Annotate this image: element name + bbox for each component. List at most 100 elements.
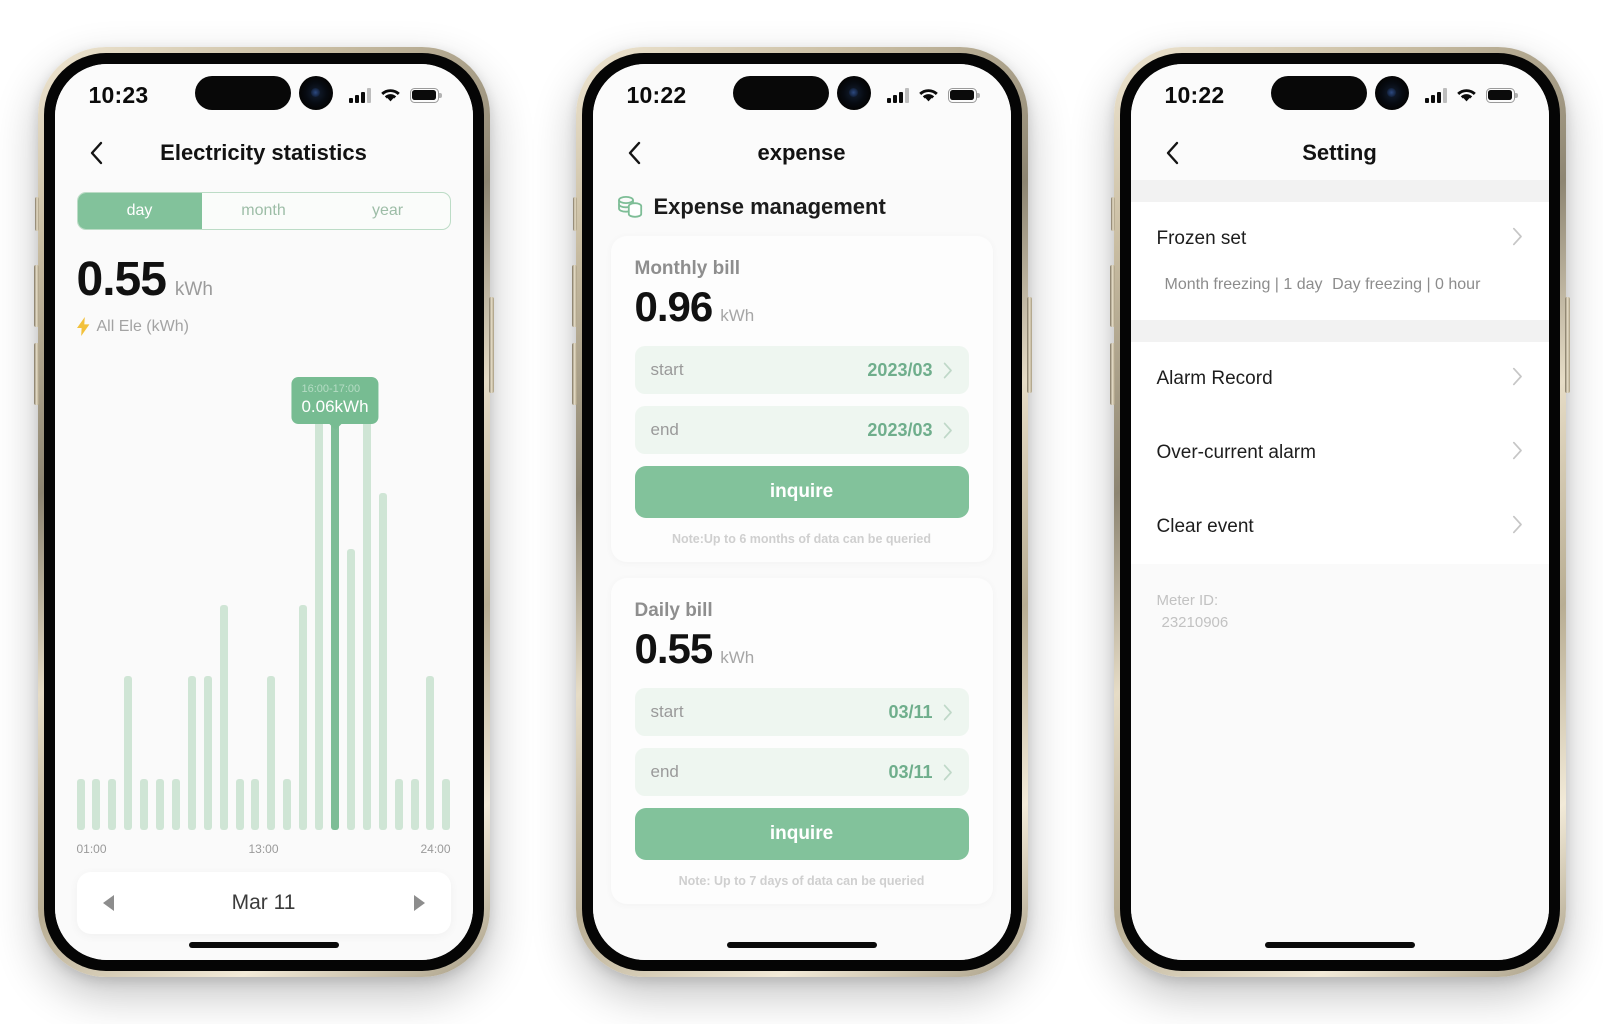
chart-x-axis: 01:00 13:00 24:00 (77, 842, 451, 856)
chart-bar[interactable] (124, 675, 133, 830)
silent-switch[interactable] (1110, 197, 1115, 231)
chart-bar[interactable] (92, 778, 101, 830)
chart-bar[interactable] (171, 778, 180, 830)
chart-bar[interactable] (283, 778, 292, 830)
chart-bar[interactable] (251, 778, 260, 830)
setting-label: Clear event (1156, 516, 1254, 537)
monthly-start-label: start (650, 360, 684, 379)
cellular-signal-icon (1425, 87, 1447, 103)
back-button[interactable] (1157, 138, 1187, 168)
wifi-icon (380, 88, 401, 103)
daily-inquire-button[interactable]: inquire (634, 808, 969, 860)
chart-bar[interactable] (219, 605, 228, 830)
volume-up-button[interactable] (33, 265, 39, 327)
legend-label: All Ele (kWh) (96, 317, 189, 335)
setting-row-alarm-record[interactable]: Alarm Record (1130, 342, 1549, 416)
status-bar: 10:22 (1130, 64, 1549, 126)
monthly-inquire-button[interactable]: inquire (634, 466, 969, 518)
chart-bar[interactable] (140, 778, 149, 830)
axis-tick-end: 24:00 (420, 842, 451, 856)
next-day-button[interactable] (413, 895, 425, 911)
silent-switch[interactable] (34, 197, 39, 231)
section-header: Expense management (611, 180, 993, 236)
frozen-set-details: Month freezing | 1 day Day freezing | 0 … (1130, 276, 1549, 320)
chart-bar[interactable] (187, 675, 196, 830)
volume-up-button[interactable] (1109, 265, 1115, 327)
monthly-start-value: 2023/03 (867, 359, 933, 380)
segment-day[interactable]: day (77, 193, 202, 229)
lightning-bolt-icon (76, 317, 89, 336)
chart-bar[interactable] (346, 549, 355, 830)
status-bar: 10:22 (592, 64, 1011, 126)
daily-end-value: 03/11 (888, 761, 933, 782)
chevron-right-icon (1512, 441, 1523, 465)
chevron-right-icon (943, 764, 953, 781)
phone-setting: 10:22 Setting Frozen set Month freezing … (1109, 47, 1570, 977)
chart-bar[interactable] (362, 390, 371, 830)
segment-year[interactable]: year (326, 193, 450, 229)
chart-bar[interactable] (442, 778, 451, 830)
daily-start-field[interactable]: start 03/11 (634, 688, 969, 736)
back-button[interactable] (619, 138, 649, 168)
setting-content: Frozen set Month freezing | 1 day Day fr… (1130, 180, 1549, 960)
expense-content: Expense management Monthly bill 0.96 kWh… (592, 180, 1011, 960)
front-camera-icon (836, 76, 871, 110)
previous-day-button[interactable] (102, 895, 114, 911)
home-indicator[interactable] (188, 942, 339, 948)
power-button[interactable] (488, 297, 494, 393)
face-id-sensor (194, 76, 291, 110)
monthly-end-label: end (650, 420, 679, 439)
power-button[interactable] (1564, 297, 1570, 393)
monthly-start-field[interactable]: start 2023/03 (634, 346, 969, 394)
chart-bar[interactable] (331, 390, 339, 830)
page-title: Electricity statistics (160, 140, 367, 165)
chart-bar[interactable] (299, 605, 308, 830)
chart-bar[interactable] (76, 778, 85, 830)
day-freezing-value: Day freezing | 0 hour (1332, 276, 1481, 293)
chart-bar[interactable] (394, 778, 403, 830)
chart-bars[interactable] (76, 362, 451, 830)
hourly-bar-chart[interactable]: 16:00-17:00 0.06kWh 01:00 13:00 24:00 (76, 350, 451, 872)
chart-bar[interactable] (203, 675, 212, 830)
front-camera-icon (1374, 76, 1409, 110)
chart-bar[interactable] (108, 778, 117, 830)
date-navigator[interactable]: Mar 11 (76, 872, 451, 934)
home-indicator[interactable] (1264, 942, 1415, 948)
axis-tick-middle: 13:00 (248, 842, 279, 856)
chevron-right-icon (943, 704, 953, 721)
setting-row-frozen-set[interactable]: Frozen set (1130, 202, 1549, 276)
chart-bar[interactable] (426, 675, 435, 830)
back-button[interactable] (81, 138, 111, 168)
tooltip-value: 0.06kWh (301, 396, 369, 416)
setting-row-over-current-alarm[interactable]: Over-current alarm (1130, 416, 1549, 490)
segment-month[interactable]: month (202, 193, 326, 229)
volume-down-button[interactable] (1109, 343, 1115, 405)
power-button[interactable] (1026, 297, 1032, 393)
home-indicator[interactable] (726, 942, 877, 948)
monthly-end-field[interactable]: end 2023/03 (634, 406, 969, 454)
status-time: 10:23 (88, 81, 149, 108)
phone-bezel: 10:23 Electricity statistics day month y… (43, 53, 484, 971)
daily-end-field[interactable]: end 03/11 (634, 748, 969, 796)
section-gap (1130, 320, 1549, 342)
chart-bar[interactable] (156, 778, 165, 830)
volume-up-button[interactable] (571, 265, 577, 327)
alarm-group: Alarm Record Over-current alarm Clear ev… (1130, 342, 1549, 564)
volume-down-button[interactable] (571, 343, 577, 405)
total-value: 0.55 (76, 253, 167, 306)
volume-down-button[interactable] (33, 343, 39, 405)
nav-bar: expense (592, 126, 1011, 180)
nav-bar: Electricity statistics (54, 126, 473, 180)
chevron-right-icon (1512, 367, 1523, 391)
chart-bar[interactable] (378, 493, 387, 830)
chart-bar[interactable] (410, 778, 419, 830)
chart-bar[interactable] (235, 778, 244, 830)
setting-label: Alarm Record (1156, 368, 1273, 389)
silent-switch[interactable] (572, 197, 577, 231)
period-segmented-control[interactable]: day month year (76, 192, 451, 230)
chart-bar[interactable] (267, 675, 276, 830)
chart-bar[interactable] (315, 390, 324, 830)
status-time: 10:22 (1164, 81, 1225, 108)
face-id-sensor (1270, 76, 1367, 110)
setting-row-clear-event[interactable]: Clear event (1130, 490, 1549, 564)
